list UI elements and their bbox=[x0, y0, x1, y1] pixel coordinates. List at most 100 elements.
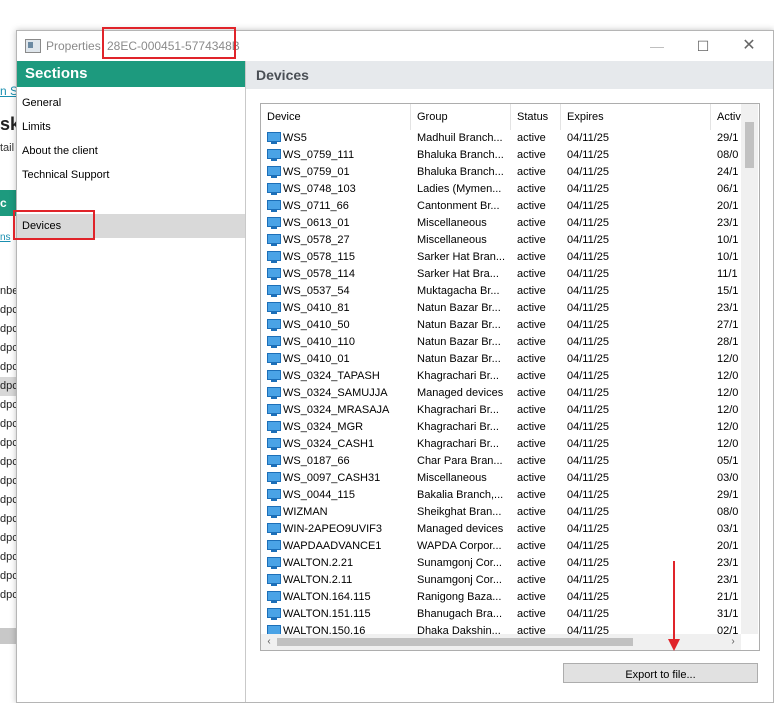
monitor-icon bbox=[267, 217, 281, 230]
device-status: active bbox=[517, 353, 546, 365]
device-activity: 23/1 bbox=[717, 302, 739, 314]
maximize-icon[interactable]: ☐ bbox=[691, 35, 715, 57]
device-name: WS_0537_54 bbox=[283, 285, 350, 297]
table-row[interactable]: WS_0324_CASH1 Khagrachari Br... active 04/1… bbox=[261, 436, 741, 453]
device-activity: 12/0 bbox=[717, 387, 739, 399]
device-expires: 04/11/25 bbox=[567, 387, 610, 399]
table-row[interactable]: WS_0324_TAPASH Khagrachari Br... active 04/… bbox=[261, 368, 741, 385]
sidebar-item-general[interactable]: General bbox=[17, 91, 245, 115]
table-row[interactable]: WS_0187_66 Char Para Bran... active 04/11/2… bbox=[261, 453, 741, 470]
device-status: active bbox=[517, 438, 546, 450]
column-header-status[interactable]: Status bbox=[511, 104, 561, 130]
table-row[interactable]: WS_0097_CASH31 Miscellaneous active 04/11/2… bbox=[261, 470, 741, 487]
sidebar-item-limits[interactable]: Limits bbox=[17, 115, 245, 139]
device-status: active bbox=[517, 183, 546, 195]
device-expires: 04/11/25 bbox=[567, 404, 610, 416]
device-activity: 24/1 bbox=[717, 166, 739, 178]
device-group: Natun Bazar Br... bbox=[417, 302, 501, 314]
column-header-group[interactable]: Group bbox=[411, 104, 511, 130]
vertical-scrollbar[interactable] bbox=[741, 104, 758, 634]
device-expires: 04/11/25 bbox=[567, 251, 610, 263]
table-row[interactable]: WS_0613_01 Miscellaneous active 04/11/25 23/… bbox=[261, 215, 741, 232]
table-row[interactable]: WS_0410_81 Natun Bazar Br... active 04/11/2… bbox=[261, 300, 741, 317]
table-row[interactable]: WALTON.151.115 Bhanugach Bra... active 04/1… bbox=[261, 606, 741, 623]
table-row[interactable]: WS_0044_115 Bakalia Branch,... active 04/11… bbox=[261, 487, 741, 504]
table-row[interactable]: WS_0410_110 Natun Bazar Br... active 04/11/… bbox=[261, 334, 741, 351]
table-row[interactable]: WS_0324_SAMUJJA Managed devices active 04/1… bbox=[261, 385, 741, 402]
scroll-left-icon[interactable]: ‹ bbox=[263, 634, 275, 650]
export-to-file-button[interactable]: Export to file... bbox=[563, 663, 758, 683]
monitor-icon bbox=[267, 574, 281, 587]
monitor-icon bbox=[267, 234, 281, 247]
device-activity: 05/1 bbox=[717, 455, 739, 467]
device-group: Khagrachari Br... bbox=[417, 370, 499, 382]
table-row[interactable]: WALTON.2.11 Sunamgonj Cor... active 04/11/2… bbox=[261, 572, 741, 589]
table-row[interactable]: WS_0748_103 Ladies (Mymen... active 04/11/2… bbox=[261, 181, 741, 198]
title-bar[interactable]: Properties 28EC-000451-5774348B — ☐ ✕ bbox=[17, 27, 773, 61]
monitor-icon bbox=[267, 132, 281, 145]
table-row[interactable]: WALTON.164.115 Ranigong Baza... active 04/1… bbox=[261, 589, 741, 606]
table-row[interactable]: WS_0537_54 Muktagacha Br... active 04/11/25… bbox=[261, 283, 741, 300]
device-activity: 20/1 bbox=[717, 200, 739, 212]
device-group: Madhuil Branch... bbox=[417, 132, 503, 144]
device-activity: 10/1 bbox=[717, 234, 739, 246]
device-group: Bhanugach Bra... bbox=[417, 608, 503, 620]
device-expires: 04/11/25 bbox=[567, 285, 610, 297]
monitor-icon bbox=[267, 591, 281, 604]
device-name: WS_0410_50 bbox=[283, 319, 350, 331]
device-name: WS_0578_114 bbox=[283, 268, 355, 280]
device-name: WS_0324_TAPASH bbox=[283, 370, 380, 382]
device-status: active bbox=[517, 149, 546, 161]
table-row[interactable]: WS_0759_111 Bhaluka Branch... active 04/11/… bbox=[261, 147, 741, 164]
device-expires: 04/11/25 bbox=[567, 489, 610, 501]
table-row[interactable]: WIZMAN Sheikghat Bran... active 04/11/25 08/… bbox=[261, 504, 741, 521]
table-row[interactable]: WALTON.150.16 Dhaka Dakshin... active 04/11… bbox=[261, 623, 741, 634]
column-header-device[interactable]: Device bbox=[261, 104, 411, 130]
device-expires: 04/11/25 bbox=[567, 268, 610, 280]
device-group: Khagrachari Br... bbox=[417, 404, 499, 416]
device-status: active bbox=[517, 370, 546, 382]
table-row[interactable]: WIN-2APEO9UVIF3 Managed devices active 04/1… bbox=[261, 521, 741, 538]
minimize-icon[interactable]: — bbox=[645, 35, 669, 57]
close-icon[interactable]: ✕ bbox=[737, 35, 761, 57]
vertical-scroll-thumb[interactable] bbox=[745, 122, 754, 168]
scroll-right-icon[interactable]: › bbox=[727, 634, 739, 650]
horizontal-scroll-thumb[interactable] bbox=[277, 638, 633, 646]
table-row[interactable]: WS_0711_66 Cantonment Br... active 04/11/25… bbox=[261, 198, 741, 215]
monitor-icon bbox=[267, 166, 281, 179]
device-activity: 29/1 bbox=[717, 132, 739, 144]
sidebar-item-label: General bbox=[22, 97, 62, 109]
table-row[interactable]: WALTON.2.21 Sunamgonj Cor... active 04/11/2… bbox=[261, 555, 741, 572]
device-name: WS_0759_111 bbox=[283, 149, 355, 161]
table-row[interactable]: WS_0759_01 Bhaluka Branch... active 04/11/2… bbox=[261, 164, 741, 181]
device-activity: 20/1 bbox=[717, 540, 739, 552]
monitor-icon bbox=[267, 336, 281, 349]
device-activity: 12/0 bbox=[717, 438, 739, 450]
device-group: Dhaka Dakshin... bbox=[417, 625, 501, 634]
monitor-icon bbox=[267, 370, 281, 383]
device-status: active bbox=[517, 234, 546, 246]
device-name: WALTON.2.11 bbox=[283, 574, 353, 586]
device-expires: 04/11/25 bbox=[567, 166, 610, 178]
device-activity: 27/1 bbox=[717, 319, 739, 331]
table-row[interactable]: WS_0410_50 Natun Bazar Br... active 04/11/2… bbox=[261, 317, 741, 334]
column-header-activity[interactable]: Activ bbox=[711, 104, 741, 130]
table-row[interactable]: WS_0410_01 Natun Bazar Br... active 04/11/2… bbox=[261, 351, 741, 368]
column-header-expires[interactable]: Expires bbox=[561, 104, 711, 130]
table-row[interactable]: WAPDAADVANCE1 WAPDA Corpor... active 04/11/… bbox=[261, 538, 741, 555]
sidebar-item-technical-support[interactable]: Technical Support bbox=[17, 163, 245, 187]
table-row[interactable]: WS_0324_MRASAJA Khagrachari Br... active 04… bbox=[261, 402, 741, 419]
table-row[interactable]: WS_0578_27 Miscellaneous active 04/11/25 10/… bbox=[261, 232, 741, 249]
device-status: active bbox=[517, 489, 546, 501]
annotation-arrow bbox=[673, 561, 675, 641]
device-activity: 29/1 bbox=[717, 489, 739, 501]
device-activity: 28/1 bbox=[717, 336, 739, 348]
sidebar-item-about-client[interactable]: About the client bbox=[17, 139, 245, 163]
table-row[interactable]: WS_0578_114 Sarker Hat Bra... active 04/11/… bbox=[261, 266, 741, 283]
monitor-icon bbox=[267, 268, 281, 281]
table-row[interactable]: WS_0578_115 Sarker Hat Bran... active 04/11… bbox=[261, 249, 741, 266]
properties-window: Properties 28EC-000451-5774348B — ☐ ✕ Se… bbox=[13, 27, 774, 703]
table-row[interactable]: WS5 Madhuil Branch... active 04/11/25 29/1 bbox=[261, 130, 741, 147]
table-row[interactable]: WS_0324_MGR Khagrachari Br... active 04/11/… bbox=[261, 419, 741, 436]
sidebar-item-label: Technical Support bbox=[22, 169, 110, 181]
